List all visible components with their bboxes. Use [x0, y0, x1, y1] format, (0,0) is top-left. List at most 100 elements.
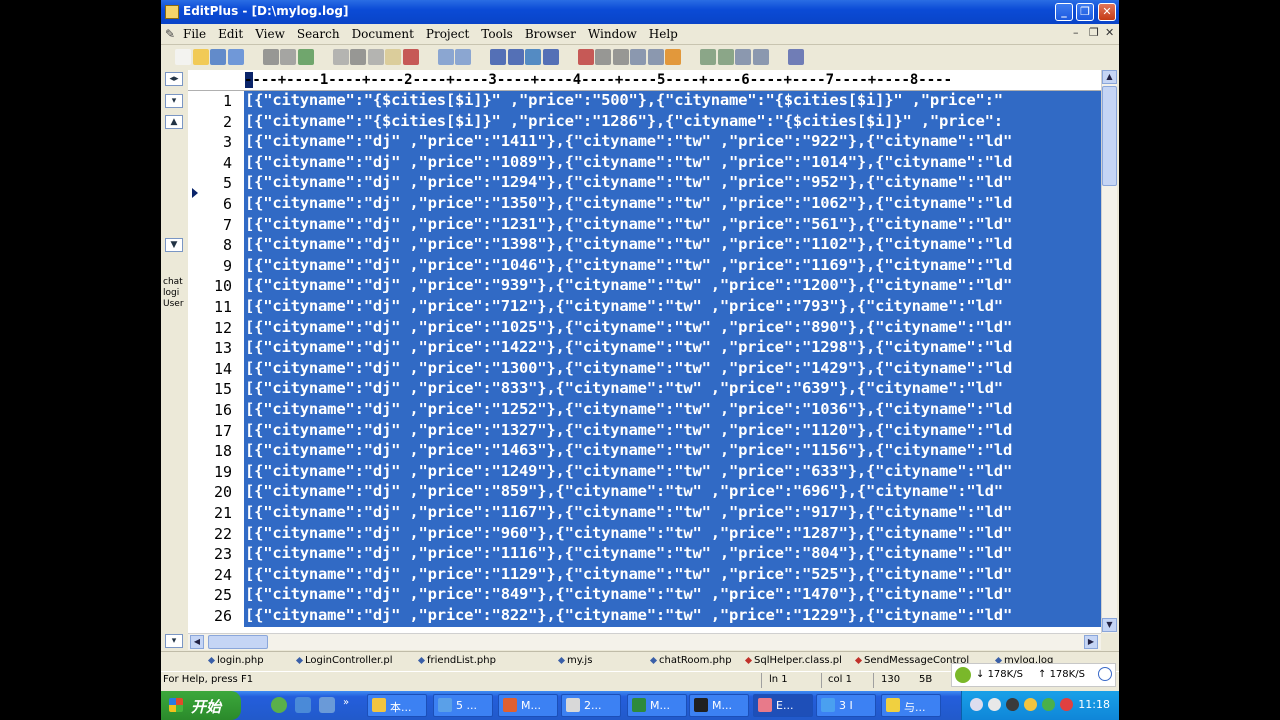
tray-app-icon[interactable]: [1024, 698, 1037, 711]
mdi-close-button[interactable]: ✕: [1105, 26, 1114, 39]
hex-icon[interactable]: [595, 49, 611, 65]
print-preview-icon[interactable]: [280, 49, 296, 65]
taskbar-clock[interactable]: 11:18: [1078, 698, 1110, 711]
vertical-scroll-thumb[interactable]: [1102, 86, 1117, 186]
save-all-icon[interactable]: [227, 49, 244, 65]
paste-icon[interactable]: [385, 49, 401, 65]
code-line[interactable]: [{"cityname":"dj" ,"price":"1046"},{"cit…: [244, 255, 1101, 277]
code-line[interactable]: [{"cityname":"dj" ,"price":"1249"},{"cit…: [244, 461, 1101, 483]
file-list-item[interactable]: logi: [163, 288, 184, 299]
find-icon[interactable]: [490, 49, 506, 65]
code-line[interactable]: [{"cityname":"dj" ,"price":"712"},{"city…: [244, 297, 1101, 318]
layout-icon[interactable]: [735, 49, 751, 65]
code-line[interactable]: [{"cityname":"dj" ,"price":"859"},{"city…: [244, 482, 1101, 503]
file-tab[interactable]: LoginController.pl: [295, 655, 393, 666]
code-line[interactable]: [{"cityname":"dj" ,"price":"939"},{"city…: [244, 276, 1101, 297]
menu-item[interactable]: Browser: [525, 27, 576, 41]
quicklaunch-overflow-icon[interactable]: »: [343, 697, 359, 713]
scroll-up-icon[interactable]: ▲: [1102, 70, 1117, 84]
browser-icon[interactable]: [700, 49, 716, 65]
editplus-app-icon[interactable]: [165, 5, 179, 19]
code-line[interactable]: [{"cityname":"dj" ,"price":"960"},{"city…: [244, 523, 1101, 545]
indent-icon[interactable]: [630, 49, 646, 65]
menu-item[interactable]: Edit: [218, 27, 243, 41]
file-list-item[interactable]: chat: [163, 277, 184, 288]
scroll-left-icon[interactable]: ◀: [190, 635, 204, 649]
scroll-down-icon[interactable]: ▼: [1102, 618, 1117, 632]
view-icon[interactable]: [717, 49, 734, 65]
code-line[interactable]: [{"cityname":"dj" ,"price":"1089"},{"cit…: [244, 152, 1101, 174]
code-line[interactable]: [{"cityname":"dj" ,"price":"849"},{"city…: [244, 585, 1101, 606]
mdi-restore-button[interactable]: ❐: [1089, 26, 1099, 39]
code-line[interactable]: [{"cityname":"dj" ,"price":"833"},{"city…: [244, 379, 1101, 400]
start-button[interactable]: 开始: [161, 691, 241, 720]
drive-select[interactable]: ▾: [165, 94, 183, 108]
taskbar-button[interactable]: M...: [689, 694, 749, 717]
tray-collapse-icon[interactable]: [970, 698, 983, 711]
taskbar-button[interactable]: M...: [627, 694, 687, 717]
file-tab[interactable]: my.js: [557, 655, 592, 666]
code-line[interactable]: [{"cityname":"dj" ,"price":"1300"},{"cit…: [244, 358, 1101, 380]
tray-app-icon[interactable]: [1042, 698, 1055, 711]
taskbar-button[interactable]: 5 ...: [433, 694, 493, 717]
fullscreen-icon[interactable]: [752, 49, 769, 65]
menu-item[interactable]: Help: [649, 27, 678, 41]
check-icon[interactable]: [665, 49, 681, 65]
file-list[interactable]: chat logi User: [163, 277, 184, 310]
menu-item[interactable]: Window: [588, 27, 637, 41]
redo-icon[interactable]: [455, 49, 471, 65]
scroll-right-icon[interactable]: ▶: [1084, 635, 1098, 649]
code-line[interactable]: [{"cityname":"{$cities[$i]}" ,"price":"5…: [244, 91, 1101, 112]
replace-icon[interactable]: [507, 49, 524, 65]
taskbar-button[interactable]: 3 I: [816, 694, 876, 717]
vertical-scrollbar[interactable]: ▲ ▼: [1101, 70, 1117, 633]
spell-check-icon[interactable]: [297, 49, 314, 65]
code-line[interactable]: [{"cityname":"dj" ,"price":"1422"},{"cit…: [244, 338, 1101, 359]
code-line[interactable]: [{"cityname":"dj" ,"price":"1252"},{"cit…: [244, 400, 1101, 421]
code-line[interactable]: [{"cityname":"dj" ,"price":"1025"},{"cit…: [244, 317, 1101, 339]
code-line[interactable]: [{"cityname":"dj" ,"price":"1231"},{"cit…: [244, 214, 1101, 236]
quicklaunch-browser-icon[interactable]: [271, 697, 287, 713]
tray-app-icon[interactable]: [1006, 698, 1019, 711]
file-tab[interactable]: friendList.php: [417, 655, 496, 666]
close-button[interactable]: ✕: [1098, 3, 1116, 21]
file-tab[interactable]: chatRoom.php: [649, 655, 732, 666]
file-tab[interactable]: SqlHelper.class.pl: [744, 655, 842, 666]
horizontal-scrollbar[interactable]: ◀ ▶: [188, 633, 1101, 650]
code-line[interactable]: [{"cityname":"dj" ,"price":"1167"},{"cit…: [244, 503, 1101, 524]
taskbar-button[interactable]: 2...: [561, 694, 621, 717]
word-wrap-icon[interactable]: [612, 49, 629, 65]
new-file-icon[interactable]: [175, 49, 191, 65]
help-icon[interactable]: [787, 49, 804, 65]
copy-icon[interactable]: [367, 49, 384, 65]
menu-item[interactable]: Tools: [481, 27, 513, 41]
font-icon[interactable]: [577, 49, 594, 65]
cut-icon[interactable]: [350, 49, 366, 65]
horizontal-scroll-thumb[interactable]: [208, 635, 268, 649]
find-in-files-icon[interactable]: [525, 49, 541, 65]
code-line[interactable]: [{"cityname":"dj" ,"price":"1463"},{"cit…: [244, 441, 1101, 462]
quicklaunch-app-icon[interactable]: [319, 697, 335, 713]
menu-item[interactable]: Project: [426, 27, 469, 41]
undo-icon[interactable]: [437, 49, 454, 65]
clipboard-icon[interactable]: [332, 49, 349, 65]
editor-text-area[interactable]: [{"cityname":"{$cities[$i]}" ,"price":"5…: [244, 91, 1101, 633]
restore-button[interactable]: ❐: [1076, 3, 1094, 21]
quicklaunch-app-icon[interactable]: [295, 697, 311, 713]
panel-scroll-down-icon[interactable]: ▼: [165, 238, 183, 252]
panel-scroll-up-icon[interactable]: ▲: [165, 115, 183, 129]
taskbar-button[interactable]: 与...: [881, 694, 941, 717]
taskbar-button[interactable]: 本...: [367, 694, 427, 717]
open-folder-icon[interactable]: [192, 49, 209, 65]
taskbar-button[interactable]: E...: [753, 694, 813, 717]
code-line[interactable]: [{"cityname":"dj" ,"price":"1350"},{"cit…: [244, 194, 1101, 215]
net-speed-widget[interactable]: ↓ 178K/S ↑ 178K/S: [951, 663, 1116, 687]
tray-app-icon[interactable]: [988, 698, 1001, 711]
code-line[interactable]: [{"cityname":"{$cities[$i]}" ,"price":"1…: [244, 111, 1101, 133]
code-line[interactable]: [{"cityname":"dj" ,"price":"1327"},{"cit…: [244, 420, 1101, 442]
code-line[interactable]: [{"cityname":"dj" ,"price":"1411"},{"cit…: [244, 132, 1101, 153]
code-line[interactable]: [{"cityname":"dj" ,"price":"1116"},{"cit…: [244, 544, 1101, 565]
save-icon[interactable]: [210, 49, 226, 65]
panel-nav-icon[interactable]: ◂▸: [165, 72, 183, 86]
menu-item[interactable]: Document: [352, 27, 414, 41]
